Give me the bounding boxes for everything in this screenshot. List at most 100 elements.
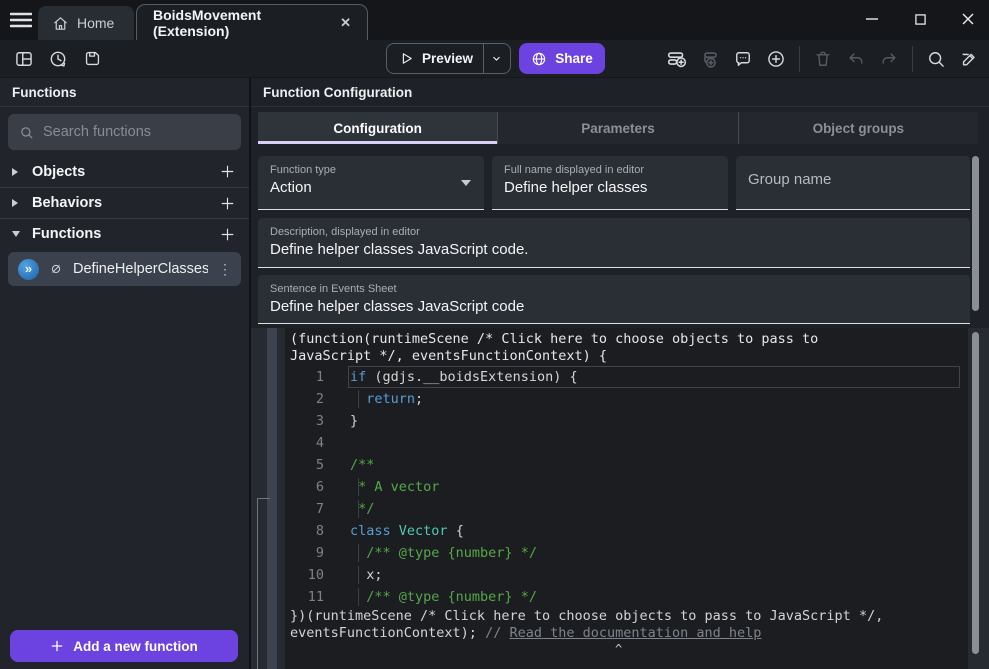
search-functions-box[interactable] — [8, 114, 241, 150]
add-behaviors-icon[interactable] — [217, 193, 237, 213]
main-menu-icon[interactable] — [8, 8, 34, 32]
function-type-field[interactable]: Function type Action — [258, 156, 484, 210]
add-comment-icon[interactable] — [731, 47, 755, 71]
code-line-2[interactable]: 2 return; — [285, 388, 968, 410]
chevron-right-icon[interactable] — [12, 168, 26, 176]
function-item-menu-icon[interactable]: ⋮ — [217, 261, 233, 278]
function-item-label: DefineHelperClasses — [73, 261, 208, 277]
code-line-7[interactable]: 7 */ — [285, 498, 968, 520]
sentence-label: Sentence in Events Sheet — [270, 282, 958, 296]
main-title: Function Configuration — [251, 78, 989, 107]
line-content: return; — [350, 388, 423, 410]
code-lines: 1if (gdjs.__boidsExtension) {2 return;3}… — [285, 365, 968, 608]
section-label: Objects — [32, 164, 217, 180]
chevron-down-icon — [490, 52, 503, 65]
gdevelop-window: { "titlebar": { "home_tab": "Home", "act… — [0, 0, 989, 669]
full-name-field[interactable]: Full name displayed in editor Define hel… — [492, 156, 728, 210]
group-name-field[interactable] — [736, 156, 970, 210]
events-sheet: (function(runtimeScene /* Click here to … — [251, 328, 989, 669]
share-button[interactable]: Share — [519, 43, 605, 74]
code-line-4[interactable]: 4 — [285, 432, 968, 454]
minimize-icon[interactable] — [861, 8, 883, 30]
js-code-editor[interactable]: (function(runtimeScene /* Click here to … — [285, 328, 968, 669]
code-line-11[interactable]: 11 /** @type {number} */ — [285, 586, 968, 608]
scroll-up-indicator: ^ — [615, 642, 622, 656]
edit-icon[interactable] — [957, 47, 981, 71]
group-name-input[interactable] — [748, 171, 958, 188]
configuration-tabs: ConfigurationParametersObject groups — [258, 112, 978, 144]
add-circle-icon[interactable] — [764, 47, 788, 71]
chevron-right-icon[interactable] — [12, 199, 26, 207]
sidebar-title: Functions — [0, 78, 249, 107]
titlebar: Home BoidsMovement (Extension) ✕ — [0, 0, 989, 40]
close-window-icon[interactable] — [957, 8, 979, 30]
line-number: 3 — [285, 410, 350, 432]
code-line-9[interactable]: 9 /** @type {number} */ — [285, 542, 968, 564]
toolbar: Preview Share — [0, 40, 989, 77]
line-content: /** @type {number} */ — [350, 586, 537, 608]
toolbar-divider — [912, 46, 913, 72]
line-number: 8 — [285, 520, 350, 542]
dropdown-caret-icon — [461, 180, 471, 186]
add-function-button[interactable]: Add a new function — [10, 630, 238, 662]
documentation-link[interactable]: Read the documentation and help — [509, 625, 761, 641]
add-subevent-icon — [698, 47, 722, 71]
add-event-icon[interactable] — [665, 47, 689, 71]
add-function-label: Add a new function — [73, 639, 198, 654]
code-header[interactable]: (function(runtimeScene /* Click here to … — [285, 328, 891, 365]
play-icon — [399, 51, 414, 66]
line-content: } — [350, 410, 358, 432]
footer-comment: // — [485, 625, 509, 641]
search-icon[interactable] — [924, 47, 948, 71]
maximize-icon[interactable] — [909, 8, 931, 30]
code-line-8[interactable]: 8class Vector { — [285, 520, 968, 542]
tab-parameters[interactable]: Parameters — [497, 112, 737, 144]
sidebar-section-functions[interactable]: Functions — [0, 218, 249, 249]
visibility-off-icon — [48, 261, 64, 277]
tab-home[interactable]: Home — [38, 6, 134, 40]
home-icon — [52, 15, 69, 32]
line-number: 7 — [285, 498, 350, 520]
tab-boidsmovement[interactable]: BoidsMovement (Extension) ✕ — [136, 4, 368, 40]
preview-dropdown[interactable] — [484, 52, 510, 65]
save-icon[interactable] — [80, 47, 104, 71]
globe-icon — [531, 51, 547, 67]
full-name-value: Define helper classes — [504, 177, 716, 199]
description-field[interactable]: Description, displayed in editor Define … — [258, 218, 970, 268]
sidebar-section-objects[interactable]: Objects — [0, 156, 249, 187]
toolbar-left — [12, 40, 104, 77]
add-functions-icon[interactable] — [217, 224, 237, 244]
function-item-definehelperclasses[interactable]: » DefineHelperClasses ⋮ — [8, 252, 241, 286]
search-functions-input[interactable] — [43, 124, 230, 140]
preview-button[interactable]: Preview — [386, 43, 511, 74]
line-content: if (gdjs.__boidsExtension) { — [350, 366, 578, 388]
line-content: /** @type {number} */ — [350, 542, 537, 564]
tab-home-label: Home — [77, 15, 114, 31]
code-line-10[interactable]: 10 x; — [285, 564, 968, 586]
chevron-down-icon[interactable] — [12, 231, 26, 237]
add-objects-icon[interactable] — [217, 162, 237, 182]
code-scrollbar[interactable] — [972, 332, 979, 654]
section-label: Functions — [32, 226, 217, 242]
redo-icon — [877, 47, 901, 71]
tab-close-icon[interactable]: ✕ — [336, 13, 355, 33]
tab-configuration[interactable]: Configuration — [258, 112, 497, 144]
sentence-value: Define helper classes JavaScript code — [270, 296, 958, 318]
section-label: Behaviors — [32, 195, 217, 211]
code-line-6[interactable]: 6 * A vector — [285, 476, 968, 498]
sentence-field[interactable]: Sentence in Events Sheet Define helper c… — [258, 275, 970, 324]
code-line-1[interactable]: 1if (gdjs.__boidsExtension) { — [285, 366, 968, 388]
sidebar-section-behaviors[interactable]: Behaviors — [0, 187, 249, 218]
code-line-3[interactable]: 3} — [285, 410, 968, 432]
tab-active-label: BoidsMovement (Extension) — [153, 7, 336, 39]
line-content: x; — [350, 564, 383, 586]
plus-icon — [50, 639, 64, 653]
tab-object-groups[interactable]: Object groups — [738, 112, 978, 144]
code-line-5[interactable]: 5/** — [285, 454, 968, 476]
history-icon[interactable] — [46, 47, 70, 71]
line-number: 4 — [285, 432, 350, 454]
frame-line — [257, 498, 270, 499]
config-scrollbar[interactable] — [972, 156, 979, 311]
editors-layout-icon[interactable] — [12, 47, 36, 71]
trash-icon — [811, 47, 835, 71]
